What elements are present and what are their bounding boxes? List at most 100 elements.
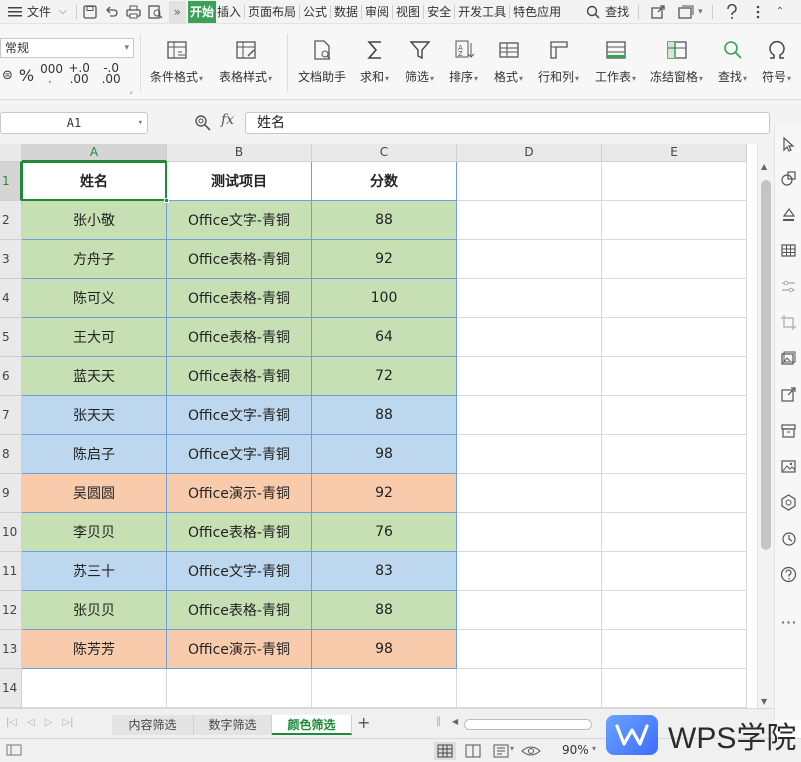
project-cell[interactable]: Office表格-青铜	[167, 279, 312, 318]
chevron-down-icon[interactable]: ▾	[592, 744, 596, 753]
horizontal-scrollbar[interactable]: ‖ ◀	[436, 716, 600, 731]
table-cell[interactable]	[602, 357, 747, 396]
print-preview-icon[interactable]	[145, 1, 167, 23]
column-header-b[interactable]: B	[167, 144, 312, 162]
table-cell[interactable]	[602, 318, 747, 357]
score-cell[interactable]: 88	[312, 201, 457, 240]
row-header[interactable]: 14	[0, 669, 22, 708]
name-cell[interactable]: 吴圆圆	[22, 474, 167, 513]
rows-columns-button[interactable]: 行和列▾	[538, 38, 579, 85]
project-cell[interactable]: Office表格-青铜	[167, 318, 312, 357]
header-cell[interactable]: 分数	[312, 162, 457, 201]
project-cell[interactable]: Office表格-青铜	[167, 240, 312, 279]
tab-formulas[interactable]: 公式	[302, 1, 328, 23]
decrease-decimal-button[interactable]: -.0 .00	[98, 62, 124, 86]
row-header[interactable]: 13	[0, 630, 22, 669]
name-cell[interactable]: 张贝贝	[22, 591, 167, 630]
picture-icon[interactable]	[780, 458, 797, 475]
column-header-a[interactable]: A	[22, 144, 167, 162]
fill-handle[interactable]	[164, 198, 169, 203]
table-cell[interactable]	[602, 630, 747, 669]
row-header[interactable]: 2	[0, 201, 22, 240]
table-cell[interactable]	[457, 357, 602, 396]
table-cell[interactable]	[602, 279, 747, 318]
more-tools-icon[interactable]: »	[168, 0, 186, 23]
sheet-tab-color-filter[interactable]: 颜色筛选	[272, 715, 352, 735]
name-cell[interactable]: 蓝天天	[22, 357, 167, 396]
scroll-left-icon[interactable]: ◀	[452, 717, 458, 726]
chevron-down-icon[interactable]: ▾	[697, 1, 704, 23]
name-cell[interactable]: 苏三十	[22, 552, 167, 591]
row-header[interactable]: 9	[0, 474, 22, 513]
normal-view-icon[interactable]	[434, 742, 456, 760]
zoom-magnifier-icon[interactable]	[194, 114, 212, 132]
scroll-thumb[interactable]	[761, 180, 771, 550]
table-cell[interactable]	[457, 435, 602, 474]
tab-view[interactable]: 视图	[395, 1, 421, 23]
name-cell[interactable]: 陈芳芳	[22, 630, 167, 669]
project-cell[interactable]: Office演示-青铜	[167, 474, 312, 513]
more-horizontal-icon[interactable]	[780, 614, 797, 631]
scroll-down-icon[interactable]: ▼	[761, 697, 767, 706]
name-cell[interactable]: 王大可	[22, 318, 167, 357]
export-icon[interactable]	[780, 386, 797, 403]
help-circle-icon[interactable]	[780, 566, 797, 583]
first-sheet-icon[interactable]: |◁	[6, 717, 17, 728]
row-header[interactable]: 6	[0, 357, 22, 396]
project-cell[interactable]: Office文字-青铜	[167, 552, 312, 591]
header-cell[interactable]: 测试项目	[167, 162, 312, 201]
undo-icon[interactable]	[101, 1, 123, 23]
row-header[interactable]: 5	[0, 318, 22, 357]
tab-insert[interactable]: 插入	[216, 1, 242, 23]
project-cell[interactable]: Office文字-青铜	[167, 435, 312, 474]
score-cell[interactable]: 98	[312, 630, 457, 669]
name-cell[interactable]: 陈可义	[22, 279, 167, 318]
tab-developer[interactable]: 开发工具	[457, 1, 507, 23]
table-cell[interactable]	[602, 396, 747, 435]
save-icon[interactable]	[79, 1, 101, 23]
column-header-c[interactable]: C	[312, 144, 457, 162]
tab-data[interactable]: 数据	[333, 1, 359, 23]
tab-page-layout[interactable]: 页面布局	[247, 1, 297, 23]
project-cell[interactable]: Office文字-青铜	[167, 201, 312, 240]
shapes-icon[interactable]	[780, 170, 797, 187]
hamburger-menu-icon[interactable]	[4, 1, 26, 23]
splitter-icon[interactable]: ‖	[436, 716, 441, 727]
table-icon[interactable]	[780, 242, 797, 259]
status-icon[interactable]	[6, 743, 22, 757]
dialog-launcher-icon[interactable]: ⌟	[129, 86, 133, 95]
score-cell[interactable]: 76	[312, 513, 457, 552]
score-cell[interactable]: 64	[312, 318, 457, 357]
table-cell[interactable]	[167, 669, 312, 708]
table-cell[interactable]	[457, 240, 602, 279]
search-icon[interactable]	[582, 1, 604, 23]
table-cell[interactable]	[602, 240, 747, 279]
score-cell[interactable]: 92	[312, 474, 457, 513]
project-cell[interactable]: Office表格-青铜	[167, 591, 312, 630]
tab-review[interactable]: 审阅	[364, 1, 390, 23]
table-cell[interactable]	[457, 474, 602, 513]
table-cell[interactable]	[602, 513, 747, 552]
number-format-select[interactable]: 常规 ▾	[0, 38, 134, 58]
worksheet-button[interactable]: 工作表▾	[595, 38, 636, 85]
score-cell[interactable]: 83	[312, 552, 457, 591]
file-menu[interactable]: 文件	[26, 1, 52, 23]
table-cell[interactable]	[312, 669, 457, 708]
table-cell[interactable]	[457, 162, 602, 201]
table-cell[interactable]	[22, 669, 167, 708]
vertical-scrollbar[interactable]: ▲ ▼	[757, 144, 774, 708]
document-assistant-button[interactable]: 文档助手	[298, 38, 346, 85]
increase-decimal-button[interactable]: +.0 .00	[66, 62, 92, 86]
row-header[interactable]: 7	[0, 396, 22, 435]
row-header[interactable]: 4	[0, 279, 22, 318]
table-cell[interactable]	[602, 201, 747, 240]
table-cell[interactable]	[457, 552, 602, 591]
column-header-d[interactable]: D	[457, 144, 602, 162]
collapse-ribbon-icon[interactable]: ⌃	[775, 1, 785, 23]
table-cell[interactable]	[457, 201, 602, 240]
row-header[interactable]: 3	[0, 240, 22, 279]
chevron-down-icon[interactable]: ▾	[510, 744, 514, 753]
window-mode-icon[interactable]	[675, 1, 697, 23]
table-style-button[interactable]: 表格样式▾	[219, 38, 272, 85]
currency-icon[interactable]: ⊜	[2, 68, 13, 83]
